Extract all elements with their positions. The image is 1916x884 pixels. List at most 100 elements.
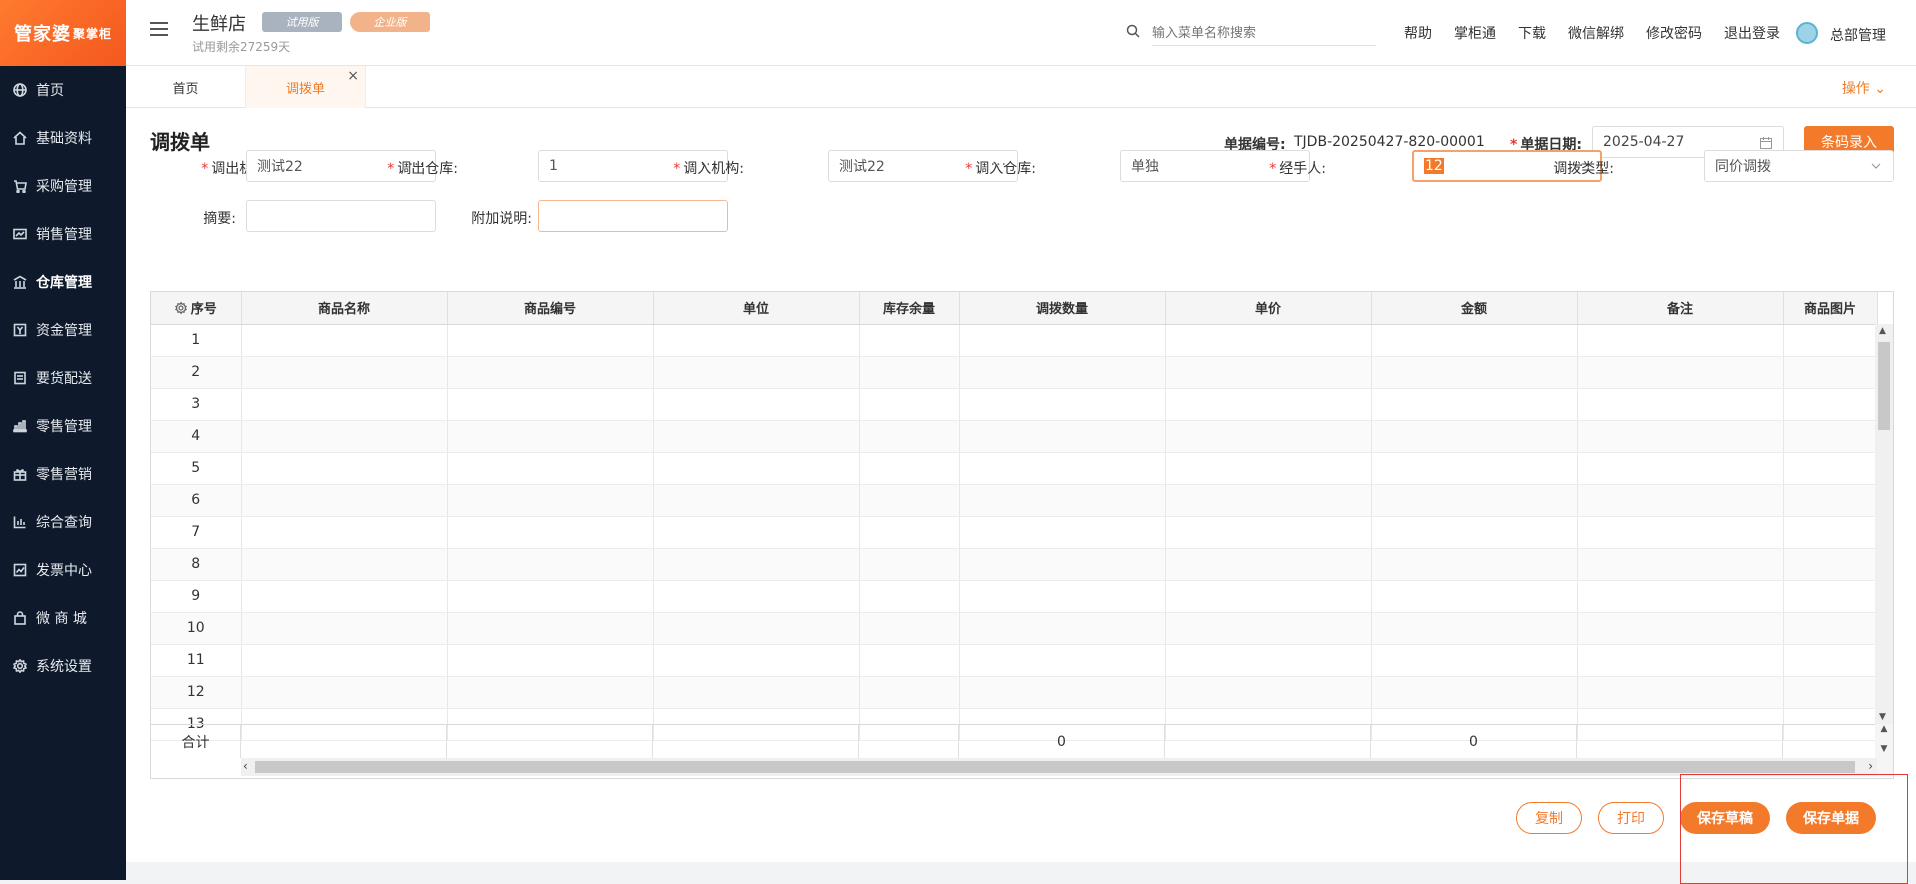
grid-cell[interactable] xyxy=(1783,356,1878,389)
row-index[interactable]: 6 xyxy=(151,484,242,517)
row-index[interactable]: 3 xyxy=(151,388,242,421)
table-row[interactable]: 8 xyxy=(151,548,1878,581)
grid-cell[interactable] xyxy=(1371,644,1578,677)
grid-cell[interactable] xyxy=(1783,548,1878,581)
grid-cell[interactable] xyxy=(1783,484,1878,517)
grid-cell[interactable] xyxy=(959,388,1166,421)
grid-cell[interactable] xyxy=(653,484,860,517)
grid-cell[interactable] xyxy=(241,516,448,549)
grid-cell[interactable] xyxy=(1165,356,1372,389)
table-row[interactable]: 1 xyxy=(151,324,1878,357)
row-index[interactable]: 1 xyxy=(151,324,242,357)
table-row[interactable]: 11 xyxy=(151,644,1878,677)
grid-cell[interactable] xyxy=(447,548,654,581)
row-index[interactable]: 8 xyxy=(151,548,242,581)
grid-cell[interactable] xyxy=(1783,452,1878,485)
grid-cell[interactable] xyxy=(241,644,448,677)
grid-cell[interactable] xyxy=(859,484,960,517)
table-row[interactable]: 5 xyxy=(151,452,1878,485)
grid-cell[interactable] xyxy=(1577,452,1784,485)
grid-cell[interactable] xyxy=(1165,420,1372,453)
sidebar-item-9[interactable]: 零售营销 xyxy=(0,450,126,498)
sidebar-item-11[interactable]: 发票中心 xyxy=(0,546,126,594)
grid-cell[interactable] xyxy=(241,356,448,389)
row-index[interactable]: 2 xyxy=(151,356,242,389)
copy-button[interactable]: 复制 xyxy=(1516,802,1582,834)
grid-cell[interactable] xyxy=(1371,388,1578,421)
note-input[interactable] xyxy=(538,200,728,232)
grid-cell[interactable] xyxy=(1371,548,1578,581)
vertical-scrollbar[interactable]: ▲ ▼ xyxy=(1875,324,1893,724)
sidebar-item-5[interactable]: 仓库管理 xyxy=(0,258,126,306)
help-link[interactable]: 帮助 xyxy=(1404,23,1432,43)
grid-cell[interactable] xyxy=(1371,484,1578,517)
grid-cell[interactable] xyxy=(1165,484,1372,517)
grid-cell[interactable] xyxy=(1165,676,1372,709)
grid-cell[interactable] xyxy=(1577,484,1784,517)
grid-cell[interactable] xyxy=(1783,676,1878,709)
menu-toggle-icon[interactable] xyxy=(150,22,168,38)
grid-cell[interactable] xyxy=(447,420,654,453)
grid-cell[interactable] xyxy=(859,612,960,645)
grid-cell[interactable] xyxy=(241,420,448,453)
table-row[interactable]: 3 xyxy=(151,388,1878,421)
grid-cell[interactable] xyxy=(859,452,960,485)
grid-cell[interactable] xyxy=(1165,452,1372,485)
grid-cell[interactable] xyxy=(1165,516,1372,549)
grid-cell[interactable] xyxy=(859,516,960,549)
grid-cell[interactable] xyxy=(1165,644,1372,677)
hscroll-thumb[interactable] xyxy=(255,761,1855,773)
grid-cell[interactable] xyxy=(1783,516,1878,549)
grid-cell[interactable] xyxy=(959,644,1166,677)
table-row[interactable]: 4 xyxy=(151,420,1878,453)
grid-cell[interactable] xyxy=(1371,516,1578,549)
close-icon[interactable]: × xyxy=(347,68,359,84)
grid-cell[interactable] xyxy=(1577,548,1784,581)
row-index[interactable]: 10 xyxy=(151,612,242,645)
grid-cell[interactable] xyxy=(959,452,1166,485)
grid-cell[interactable] xyxy=(959,420,1166,453)
sidebar-item-6[interactable]: 资金管理 xyxy=(0,306,126,354)
grid-cell[interactable] xyxy=(1577,388,1784,421)
grid-cell[interactable] xyxy=(653,676,860,709)
scroll-thumb[interactable] xyxy=(1878,342,1890,430)
zhangguitong-link[interactable]: 掌柜通 xyxy=(1454,23,1496,43)
grid-cell[interactable] xyxy=(1577,580,1784,613)
sidebar-item-7[interactable]: 要货配送 xyxy=(0,354,126,402)
row-index[interactable]: 5 xyxy=(151,452,242,485)
row-index[interactable]: 7 xyxy=(151,516,242,549)
horizontal-scrollbar[interactable]: ‹ › xyxy=(241,758,1877,776)
grid-cell[interactable] xyxy=(859,676,960,709)
grid-cell[interactable] xyxy=(241,548,448,581)
grid-cell[interactable] xyxy=(241,324,448,357)
grid-cell[interactable] xyxy=(1165,612,1372,645)
grid-cell[interactable] xyxy=(859,420,960,453)
print-button[interactable]: 打印 xyxy=(1598,802,1664,834)
grid-cell[interactable] xyxy=(1577,356,1784,389)
sidebar-item-3[interactable]: 采购管理 xyxy=(0,162,126,210)
grid-cell[interactable] xyxy=(447,612,654,645)
grid-cell[interactable] xyxy=(241,580,448,613)
summary-input[interactable] xyxy=(246,200,436,232)
grid-cell[interactable] xyxy=(653,644,860,677)
row-index[interactable]: 4 xyxy=(151,420,242,453)
grid-cell[interactable] xyxy=(1783,644,1878,677)
user-name[interactable]: 总部管理 xyxy=(1830,25,1886,45)
sidebar-item-1[interactable]: 首页 xyxy=(0,66,126,114)
search-icon[interactable] xyxy=(1126,24,1140,38)
grid-cell[interactable] xyxy=(1577,324,1784,357)
grid-cell[interactable] xyxy=(859,548,960,581)
grid-cell[interactable] xyxy=(1165,580,1372,613)
sidebar-item-12[interactable]: 微 商 城 xyxy=(0,594,126,642)
grid-cell[interactable] xyxy=(859,356,960,389)
grid-cell[interactable] xyxy=(1577,420,1784,453)
grid-cell[interactable] xyxy=(1165,388,1372,421)
grid-cell[interactable] xyxy=(241,676,448,709)
total-scrollbar[interactable]: ▲ ▼ xyxy=(1875,724,1893,776)
grid-cell[interactable] xyxy=(447,676,654,709)
grid-cell[interactable] xyxy=(1165,548,1372,581)
table-row[interactable]: 6 xyxy=(151,484,1878,517)
grid-cell[interactable] xyxy=(1577,644,1784,677)
grid-cell[interactable] xyxy=(653,356,860,389)
grid-cell[interactable] xyxy=(447,484,654,517)
